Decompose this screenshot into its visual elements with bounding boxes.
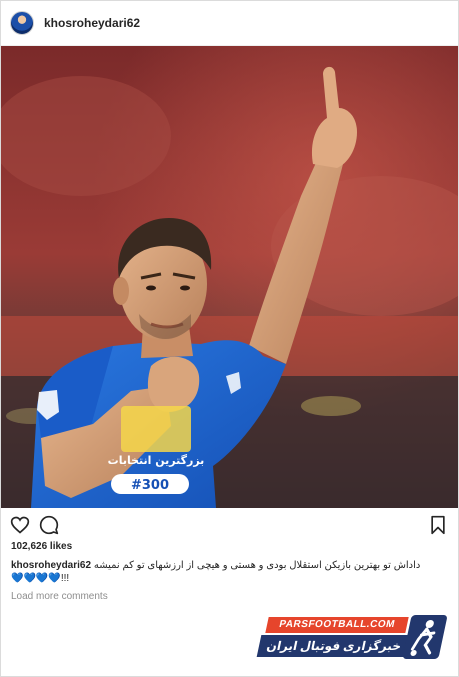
load-more-comments[interactable]: Load more comments — [11, 591, 108, 602]
watermark-site: PARSFOOTBALL.COM — [265, 617, 409, 633]
post-header: khosroheydari62 — [1, 1, 458, 46]
likes-count[interactable]: 102,626 likes — [11, 541, 72, 552]
caption-hearts: 💙💙💙💙 — [11, 573, 62, 584]
post-photo[interactable]: بزرگترین انتخابات #300 — [1, 46, 458, 508]
post-caption: khosroheydari62 داداش تو بهترین بازیکن ا… — [11, 559, 447, 585]
caption-username[interactable]: khosroheydari62 — [11, 560, 91, 571]
parsfootball-watermark: PARSFOOTBALL.COM خبرگزاری فوتبال ایران — [256, 615, 448, 661]
post-actions — [1, 511, 458, 537]
caption-text: داداش تو بهترین بازیکن استقلال بودی و هس… — [93, 560, 421, 571]
instagram-post: khosroheydari62 بزرگترین انتخابات #300 1… — [0, 0, 459, 677]
jersey-number-text: #300 — [131, 478, 169, 493]
jersey-sponsor-text: بزرگترین انتخابات — [108, 454, 205, 467]
soccer-player-logo-icon — [402, 615, 448, 659]
avatar[interactable] — [10, 11, 34, 35]
caption-tail: !!! — [60, 573, 70, 584]
bookmark-icon[interactable] — [428, 515, 448, 535]
post-username[interactable]: khosroheydari62 — [44, 16, 140, 30]
heart-icon[interactable] — [10, 515, 30, 535]
watermark-tagline: خبرگزاری فوتبال ایران — [256, 635, 412, 657]
comment-icon[interactable] — [39, 515, 59, 535]
